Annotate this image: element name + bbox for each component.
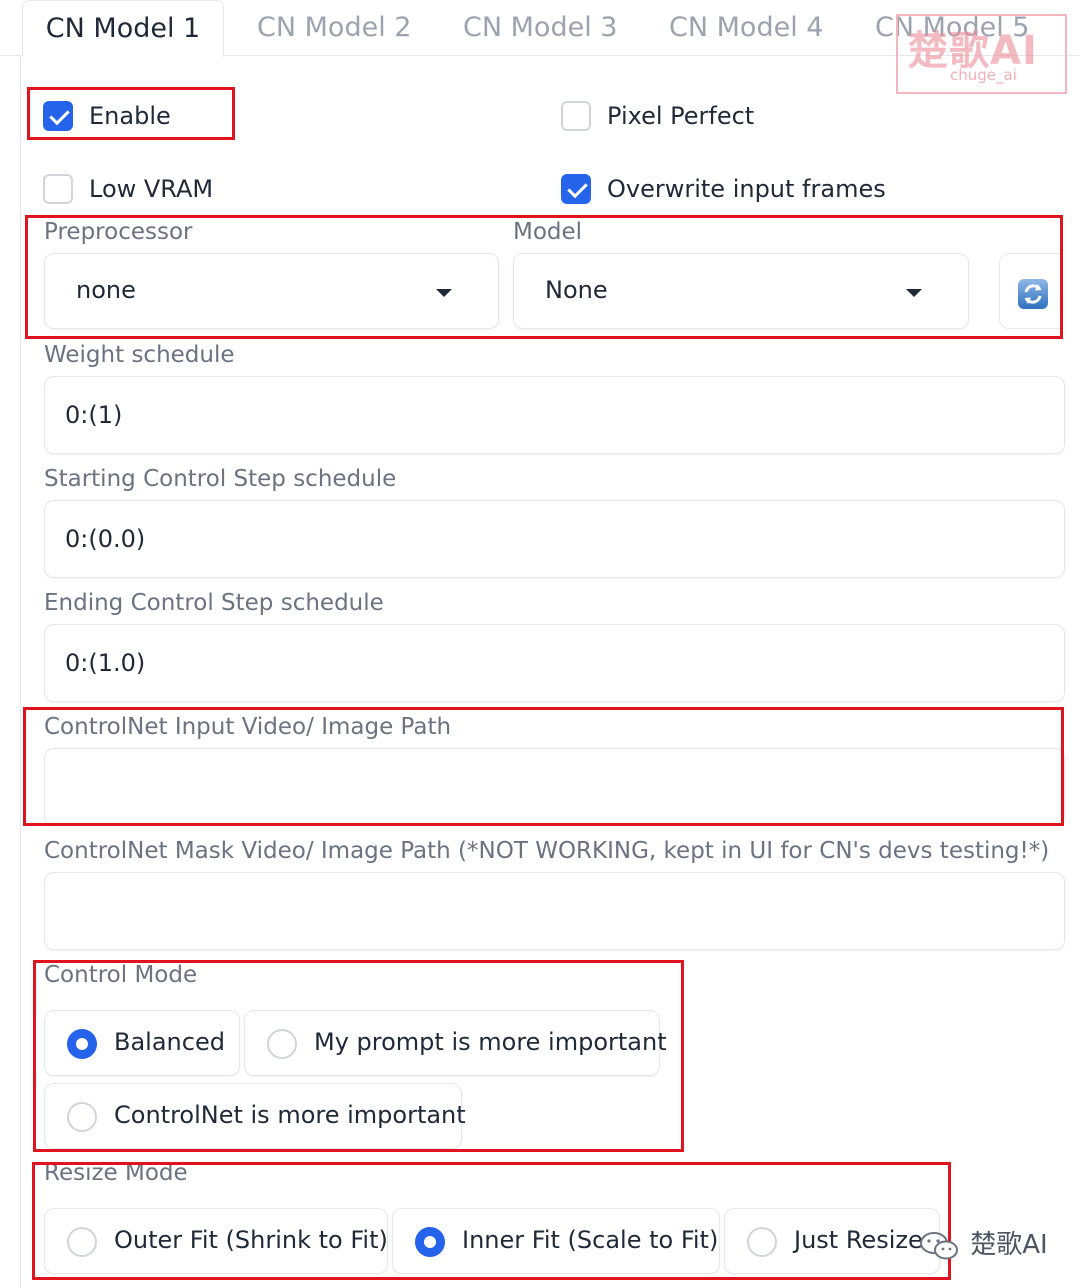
radio-label: My prompt is more important <box>314 1028 667 1056</box>
model-dropdown[interactable]: None <box>513 253 969 329</box>
wechat-icon <box>920 1231 958 1259</box>
pixel-perfect-label: Pixel Perfect <box>607 102 755 130</box>
control-mode-option-my-prompt[interactable]: My prompt is more important <box>244 1010 667 1076</box>
weight-schedule-label: Weight schedule <box>44 342 235 368</box>
watermark-bottom-text: 楚歌AI <box>970 1230 1048 1260</box>
radio-label: Outer Fit (Shrink to Fit) <box>114 1226 388 1254</box>
enable-checkbox[interactable]: Enable <box>43 100 243 132</box>
radio-button[interactable] <box>67 1029 97 1059</box>
refresh-icon <box>1018 279 1048 309</box>
caret-down-icon <box>436 289 452 297</box>
ending-control-step-input[interactable]: 0:(1.0) <box>44 624 1065 702</box>
radio-label: Balanced <box>114 1028 225 1056</box>
ending-control-step-value: 0:(1.0) <box>65 649 146 677</box>
radio-button[interactable] <box>267 1029 297 1059</box>
radio-button[interactable] <box>67 1102 97 1132</box>
pixel-perfect-check-box[interactable] <box>561 101 591 131</box>
pixel-perfect-checkbox[interactable]: Pixel Perfect <box>561 100 801 132</box>
resize-mode-label: Resize Mode <box>44 1160 188 1186</box>
control-mode-option-controlnet[interactable]: ControlNet is more important <box>44 1083 466 1149</box>
caret-down-icon <box>906 289 922 297</box>
starting-control-step-value: 0:(0.0) <box>65 525 146 553</box>
input-path-label: ControlNet Input Video/ Image Path <box>44 714 452 740</box>
tab-cn-model-1[interactable]: CN Model 1 <box>22 0 224 57</box>
input-path-field[interactable] <box>44 748 1065 826</box>
preprocessor-dropdown[interactable]: none <box>44 253 499 329</box>
control-mode-label: Control Mode <box>44 962 198 988</box>
model-label: Model <box>513 219 583 245</box>
resize-mode-option-outer-fit[interactable]: Outer Fit (Shrink to Fit) <box>44 1208 388 1274</box>
overwrite-input-frames-check-box[interactable] <box>561 174 591 204</box>
radio-button[interactable] <box>747 1227 777 1257</box>
tab-cn-model-3[interactable]: CN Model 3 <box>463 0 617 56</box>
radio-label: Just Resize <box>794 1226 923 1254</box>
weight-schedule-input[interactable]: 0:(1) <box>44 376 1065 454</box>
ending-control-step-label: Ending Control Step schedule <box>44 590 384 616</box>
preprocessor-label: Preprocessor <box>44 219 193 245</box>
low-vram-check-box[interactable] <box>43 174 73 204</box>
watermark-subtext: chuge_ai <box>950 66 1017 84</box>
control-mode-option-balanced[interactable]: Balanced <box>44 1010 240 1076</box>
overwrite-input-frames-label: Overwrite input frames <box>607 175 886 203</box>
radio-button[interactable] <box>415 1227 445 1257</box>
enable-label: Enable <box>89 102 171 130</box>
starting-control-step-input[interactable]: 0:(0.0) <box>44 500 1065 578</box>
tab-cn-model-4[interactable]: CN Model 4 <box>669 0 823 56</box>
radio-label: ControlNet is more important <box>114 1101 466 1129</box>
model-value: None <box>545 276 608 304</box>
resize-mode-option-just-resize[interactable]: Just Resize <box>724 1208 940 1274</box>
resize-mode-option-inner-fit[interactable]: Inner Fit (Scale to Fit) <box>392 1208 720 1274</box>
enable-check-box[interactable] <box>43 101 73 131</box>
low-vram-checkbox[interactable]: Low VRAM <box>43 173 243 205</box>
weight-schedule-value: 0:(1) <box>65 401 123 429</box>
mask-path-field[interactable] <box>44 872 1065 950</box>
radio-button[interactable] <box>67 1227 97 1257</box>
overwrite-input-frames-checkbox[interactable]: Overwrite input frames <box>561 173 901 205</box>
radio-label: Inner Fit (Scale to Fit) <box>462 1226 719 1254</box>
watermark-bottom: 楚歌AI <box>918 1224 1048 1261</box>
low-vram-label: Low VRAM <box>89 175 214 203</box>
refresh-models-button[interactable] <box>999 253 1061 329</box>
tab-cn-model-2[interactable]: CN Model 2 <box>257 0 411 56</box>
mask-path-label: ControlNet Mask Video/ Image Path (*NOT … <box>44 838 1050 864</box>
starting-control-step-label: Starting Control Step schedule <box>44 466 397 492</box>
preprocessor-value: none <box>76 276 136 304</box>
